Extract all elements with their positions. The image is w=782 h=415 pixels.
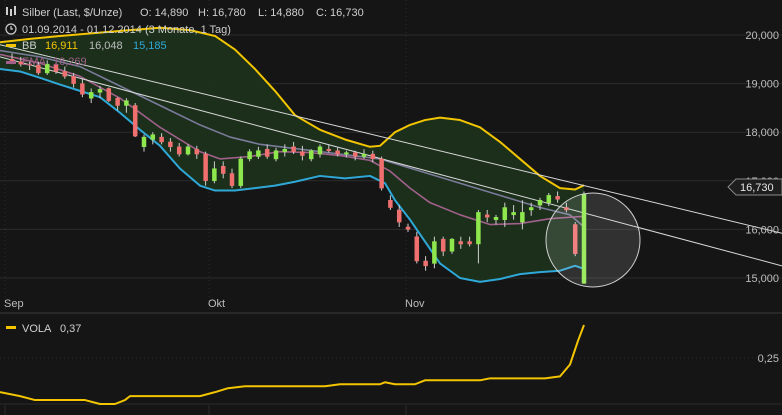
candle-body (388, 199, 393, 208)
candle-body (62, 71, 68, 77)
candle-body (273, 150, 279, 160)
candle-body (317, 146, 323, 155)
candle-body (176, 146, 182, 155)
bb-legend-swatch (6, 44, 16, 47)
candle-body (212, 168, 217, 182)
candle-body (352, 152, 358, 157)
candle-body (423, 260, 428, 267)
vola-y-tick-label: 0,25 (758, 353, 779, 365)
candle-body (291, 146, 296, 152)
candle-body (432, 241, 437, 264)
ema-legend-label: EMA (22, 56, 47, 68)
candle-body (405, 226, 411, 230)
vola-panel: 0,25 (0, 324, 779, 405)
vola-legend: VOLA 0,37 (6, 323, 81, 335)
candle-body (493, 217, 499, 220)
instrument-label: Silber (Last, $/Unze) (22, 7, 122, 19)
period-label: 01.09.2014 - 01.12.2014 (3 Monate, 1 Tag… (22, 24, 231, 36)
vola-line (0, 324, 585, 405)
x-tick-label: Nov (405, 298, 425, 310)
x-tick-label: Okt (208, 298, 225, 310)
bb-upper-value: 16,911 (45, 40, 78, 52)
candle-body (335, 150, 340, 155)
bb-legend-label: BB (22, 40, 37, 52)
y-tick-label: 20,000 (745, 30, 779, 42)
y-tick-label: 16,000 (745, 224, 779, 236)
vola-legend-swatch (6, 326, 16, 329)
candle-body (308, 150, 314, 160)
candle-body (300, 151, 305, 156)
bb-mid-value: 16,048 (89, 40, 123, 52)
candle-body (115, 97, 120, 106)
highlight-circle (545, 192, 641, 288)
candle-body (537, 199, 543, 206)
candle-body (326, 148, 332, 151)
candle-body (124, 100, 129, 106)
candle-body (520, 212, 525, 223)
trendline (0, 56, 782, 267)
candle-body (88, 92, 94, 99)
candle-body (282, 148, 288, 152)
overlay (545, 192, 641, 288)
time-axis: Sep Okt Nov (4, 298, 425, 310)
candle-body (106, 88, 112, 101)
candle-body (168, 141, 173, 148)
candle-body (555, 196, 560, 200)
candle-body (97, 89, 103, 93)
candle-body (264, 148, 270, 157)
y-tick-label: 19,000 (745, 79, 779, 91)
candle-body (185, 146, 191, 155)
candle-body (220, 165, 226, 174)
candle-body (528, 207, 534, 211)
candle-body (141, 136, 147, 148)
candle-body (159, 136, 164, 143)
high-value: H: 16,780 (198, 7, 246, 19)
candle-body (238, 158, 244, 186)
y-tick-label: 18,000 (745, 127, 779, 139)
clock-icon (5, 23, 17, 35)
candle-body (256, 150, 261, 157)
close-value: C: 16,730 (316, 7, 364, 19)
candle-body (396, 209, 402, 223)
candle-body (229, 173, 235, 186)
candle-body (484, 214, 490, 218)
candles-icon (6, 6, 16, 16)
candle-body (71, 76, 76, 84)
candle-body (414, 236, 420, 262)
open-value: O: 14,890 (140, 7, 188, 19)
candle-body (546, 195, 552, 203)
candle-body (502, 207, 508, 220)
chart-canvas: 20,00019,00018,00017,00016,00015,000 Sep… (0, 0, 782, 415)
ema-legend-swatch (6, 61, 16, 64)
candle-body (203, 153, 208, 182)
ema-value: 16,269 (53, 56, 87, 68)
candle-body (132, 105, 138, 137)
vola-legend-value: 0,37 (60, 323, 81, 335)
x-tick-label: Sep (4, 298, 24, 310)
candle-body (370, 153, 376, 160)
candle-body (361, 153, 367, 157)
y-tick-label: 15,000 (745, 273, 779, 285)
candle-body (247, 151, 252, 160)
candle-body (476, 212, 481, 245)
candle-body (80, 83, 85, 95)
current-price-label: 16,730 (740, 182, 774, 194)
candle-body (458, 241, 464, 245)
current-price-tag: 16,730 (727, 178, 782, 196)
candle-body (150, 134, 156, 140)
low-value: L: 14,880 (258, 7, 304, 19)
bb-lower-value: 15,185 (133, 40, 167, 52)
candle-body (440, 238, 446, 252)
candle-body (511, 212, 516, 216)
price-axis: 20,00019,00018,00017,00016,00015,000 (745, 30, 779, 285)
candle-body (467, 241, 472, 245)
candle-body (379, 158, 384, 189)
vola-legend-label: VOLA (22, 323, 52, 335)
candle-body (449, 238, 455, 252)
candle-body (194, 148, 200, 155)
candle-body (344, 152, 349, 155)
